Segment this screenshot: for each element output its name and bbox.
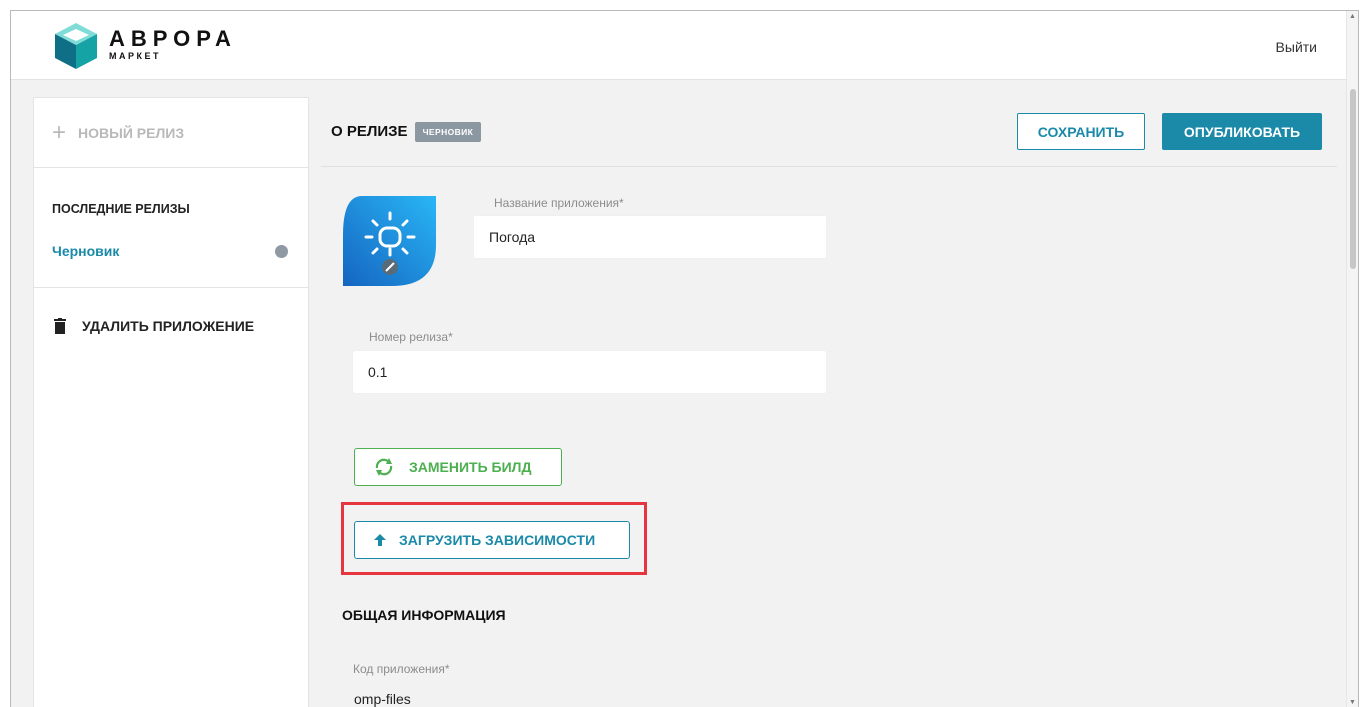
release-number-field[interactable]: 0.1: [353, 351, 826, 393]
arrow-up-icon: [374, 534, 386, 546]
general-info-title: ОБЩАЯ ИНФОРМАЦИЯ: [342, 607, 506, 623]
upload-dependencies-button[interactable]: ЗАГРУЗИТЬ ЗАВИСИМОСТИ: [354, 521, 630, 559]
logo-title: АВРОРА: [109, 26, 237, 51]
app-name-label: Название приложения*: [494, 196, 624, 210]
page-scrollbar[interactable]: ▲ ▼: [1346, 11, 1358, 707]
new-release-button[interactable]: + НОВЫЙ РЕЛИЗ: [34, 98, 308, 168]
recent-releases-title: ПОСЛЕДНИЕ РЕЛИЗЫ: [52, 202, 190, 216]
release-header: О РЕЛИЗЕ ЧЕРНОВИК СОХРАНИТЬ ОПУБЛИКОВАТЬ: [321, 97, 1337, 167]
logout-link[interactable]: Выйти: [1276, 39, 1317, 55]
app-code-value: omp-files: [354, 691, 411, 707]
upload-dependencies-label: ЗАГРУЗИТЬ ЗАВИСИМОСТИ: [399, 532, 596, 548]
publish-button[interactable]: ОПУБЛИКОВАТЬ: [1162, 113, 1322, 150]
aurora-cube-logo-icon: [55, 23, 97, 69]
scroll-thumb[interactable]: [1350, 89, 1356, 269]
status-dot-icon: [275, 244, 288, 258]
trash-icon: [54, 318, 66, 334]
app-name-field[interactable]: Погода: [474, 216, 826, 258]
weather-app-icon[interactable]: [342, 195, 437, 287]
recent-releases-section: ПОСЛЕДНИЕ РЕЛИЗЫ Черновик: [34, 168, 308, 288]
page-title: О РЕЛИЗЕ: [331, 123, 408, 140]
refresh-icon: [375, 458, 393, 476]
release-item-draft[interactable]: Черновик: [52, 243, 290, 259]
delete-app-label: УДАЛИТЬ ПРИЛОЖЕНИЕ: [82, 318, 255, 334]
delete-app-button[interactable]: УДАЛИТЬ ПРИЛОЖЕНИЕ: [34, 288, 308, 334]
app-code-label: Код приложения*: [353, 662, 450, 676]
sidebar: + НОВЫЙ РЕЛИЗ ПОСЛЕДНИЕ РЕЛИЗЫ Черновик …: [33, 97, 309, 707]
top-header: АВРОРА МАРКЕТ Выйти: [11, 11, 1358, 80]
new-release-label: НОВЫЙ РЕЛИЗ: [78, 124, 185, 141]
save-button[interactable]: СОХРАНИТЬ: [1017, 113, 1145, 150]
browser-frame: АВРОРА МАРКЕТ Выйти + НОВЫЙ РЕЛИЗ ПОСЛЕД…: [10, 10, 1359, 707]
release-item-label: Черновик: [52, 243, 120, 259]
main-content: О РЕЛИЗЕ ЧЕРНОВИК СОХРАНИТЬ ОПУБЛИКОВАТЬ: [309, 97, 1339, 707]
replace-build-button[interactable]: ЗАМЕНИТЬ БИЛД: [354, 448, 562, 486]
aurora-logo[interactable]: АВРОРА МАРКЕТ: [53, 21, 237, 71]
scroll-down-icon[interactable]: ▼: [1349, 699, 1356, 706]
plus-icon: +: [52, 118, 67, 146]
scroll-up-icon[interactable]: ▲: [1349, 13, 1356, 20]
status-badge: ЧЕРНОВИК: [414, 121, 482, 142]
replace-build-label: ЗАМЕНИТЬ БИЛД: [409, 459, 532, 475]
release-number-label: Номер релиза*: [369, 330, 453, 344]
logo-subtitle: МАРКЕТ: [109, 51, 161, 61]
